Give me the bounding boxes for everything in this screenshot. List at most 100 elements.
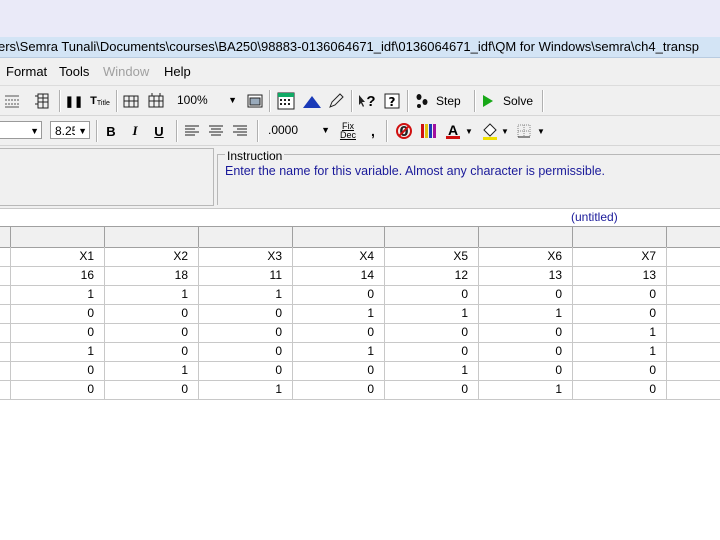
table-cell[interactable]: 12 xyxy=(385,266,479,285)
font-name-select[interactable]: ▼ xyxy=(0,121,42,139)
column-name-cell[interactable]: X5 xyxy=(385,247,479,266)
comma-button[interactable]: , xyxy=(366,121,380,141)
row-header-cell[interactable] xyxy=(0,285,11,304)
table-cell[interactable]: 1 xyxy=(105,361,199,380)
table-cell[interactable]: 1 xyxy=(293,342,385,361)
column-name-cell[interactable]: X1 xyxy=(11,247,105,266)
chevron-down-icon[interactable]: ▼ xyxy=(464,121,474,141)
table-cell[interactable]: 0 xyxy=(479,342,573,361)
align-right-icon[interactable] xyxy=(230,121,250,141)
column-name-cell[interactable]: X2 xyxy=(105,247,199,266)
font-size-select[interactable]: 8.25▼ xyxy=(50,121,90,139)
table-cell[interactable]: 0 xyxy=(293,285,385,304)
table-cell[interactable]: 0 xyxy=(105,380,199,399)
align-center-icon[interactable] xyxy=(206,121,226,141)
table-cell[interactable]: 13 xyxy=(573,266,667,285)
title-button[interactable]: T Title xyxy=(88,91,112,111)
row-header-cell[interactable] xyxy=(0,342,11,361)
solve-button[interactable]: Solve xyxy=(481,91,537,111)
table-cell[interactable]: 1 xyxy=(479,304,573,323)
table-cell[interactable]: 0 xyxy=(199,304,293,323)
row-header-cell[interactable] xyxy=(0,304,11,323)
table-cell[interactable]: 0 xyxy=(385,342,479,361)
distribution-icon[interactable] xyxy=(301,91,323,111)
row-header-cell[interactable] xyxy=(0,266,11,285)
row-header-cell[interactable] xyxy=(0,323,11,342)
underline-button[interactable]: U xyxy=(150,121,168,141)
table-cell[interactable]: 16 xyxy=(11,266,105,285)
grid-header-cell[interactable] xyxy=(199,227,293,247)
grid-header-cell[interactable] xyxy=(479,227,573,247)
menu-help[interactable]: Help xyxy=(164,64,191,79)
pencil-icon[interactable] xyxy=(326,91,346,111)
column-name-cell[interactable]: X7 xyxy=(573,247,667,266)
grid-header-cell[interactable] xyxy=(573,227,667,247)
colored-pencils-icon[interactable] xyxy=(418,121,440,141)
table-cell[interactable]: 0 xyxy=(573,285,667,304)
table-cell[interactable]: 0 xyxy=(293,380,385,399)
indent-icon[interactable] xyxy=(2,91,22,111)
table-cell[interactable]: 0 xyxy=(11,380,105,399)
calculator-icon[interactable] xyxy=(274,91,298,111)
table-cell[interactable]: 0 xyxy=(385,323,479,342)
column-name-cell[interactable]: X3 xyxy=(199,247,293,266)
grid-header-cell[interactable] xyxy=(385,227,479,247)
grid-settings-icon[interactable] xyxy=(32,91,54,111)
context-help-icon[interactable]: ? xyxy=(356,91,378,111)
table-cell[interactable]: 1 xyxy=(199,380,293,399)
table-cell[interactable]: 0 xyxy=(385,285,479,304)
column-name-cell[interactable]: X6 xyxy=(479,247,573,266)
help-icon[interactable]: ? xyxy=(382,91,402,111)
table-cell[interactable]: 1 xyxy=(573,323,667,342)
table-cell[interactable]: 0 xyxy=(573,304,667,323)
borders-icon[interactable] xyxy=(514,121,534,141)
insert-row-icon[interactable] xyxy=(121,91,141,111)
table-cell[interactable]: 0 xyxy=(11,323,105,342)
table-cell[interactable]: 1 xyxy=(199,285,293,304)
table-cell[interactable]: 0 xyxy=(479,285,573,304)
table-cell[interactable]: 0 xyxy=(105,323,199,342)
zero-icon[interactable]: 0 xyxy=(394,121,414,141)
table-cell[interactable]: 0 xyxy=(293,361,385,380)
table-cell[interactable]: 0 xyxy=(573,361,667,380)
row-header-cell[interactable] xyxy=(0,247,11,266)
table-cell[interactable]: 1 xyxy=(479,380,573,399)
table-cell[interactable]: 0 xyxy=(479,361,573,380)
table-cell[interactable]: 0 xyxy=(105,342,199,361)
fix-decimal-button[interactable]: Fix Dec xyxy=(337,121,359,141)
chevron-down-icon[interactable]: ▼ xyxy=(536,121,546,141)
table-cell[interactable]: 0 xyxy=(199,342,293,361)
grid-header-cell[interactable] xyxy=(11,227,105,247)
grid-header-cell[interactable] xyxy=(105,227,199,247)
table-cell[interactable]: 1 xyxy=(573,342,667,361)
table-cell[interactable]: 18 xyxy=(105,266,199,285)
column-name-cell[interactable]: X4 xyxy=(293,247,385,266)
menu-format[interactable]: Format xyxy=(6,64,47,79)
zoom-select[interactable]: 100% ▼ xyxy=(173,91,239,109)
table-cell[interactable]: 0 xyxy=(479,323,573,342)
pause-icon[interactable]: ❚❚ xyxy=(65,91,83,111)
bold-button[interactable]: B xyxy=(102,121,120,141)
table-cell[interactable]: 1 xyxy=(11,285,105,304)
table-cell[interactable]: 1 xyxy=(385,304,479,323)
window-title-bar[interactable]: ers\Semra Tunali\Documents\courses\BA250… xyxy=(0,37,720,58)
table-cell[interactable]: 1 xyxy=(293,304,385,323)
window-icon[interactable] xyxy=(245,91,265,111)
decimal-format-select[interactable]: .0000 ▼ xyxy=(264,121,332,139)
insert-column-icon[interactable] xyxy=(146,91,166,111)
table-cell[interactable]: 0 xyxy=(105,304,199,323)
table-cell[interactable]: 1 xyxy=(105,285,199,304)
table-cell[interactable]: 1 xyxy=(11,342,105,361)
fill-color-icon[interactable] xyxy=(480,121,500,141)
italic-button[interactable]: I xyxy=(126,121,144,141)
step-button[interactable]: Step xyxy=(414,91,468,111)
table-cell[interactable]: 0 xyxy=(11,361,105,380)
font-color-button[interactable]: A xyxy=(444,121,462,141)
row-header-cell[interactable] xyxy=(0,361,11,380)
align-left-icon[interactable] xyxy=(182,121,202,141)
table-cell[interactable]: 1 xyxy=(385,361,479,380)
row-header-cell[interactable] xyxy=(0,380,11,399)
table-cell[interactable]: 0 xyxy=(385,380,479,399)
table-cell[interactable]: 0 xyxy=(573,380,667,399)
grid-header-cell[interactable] xyxy=(0,227,11,247)
